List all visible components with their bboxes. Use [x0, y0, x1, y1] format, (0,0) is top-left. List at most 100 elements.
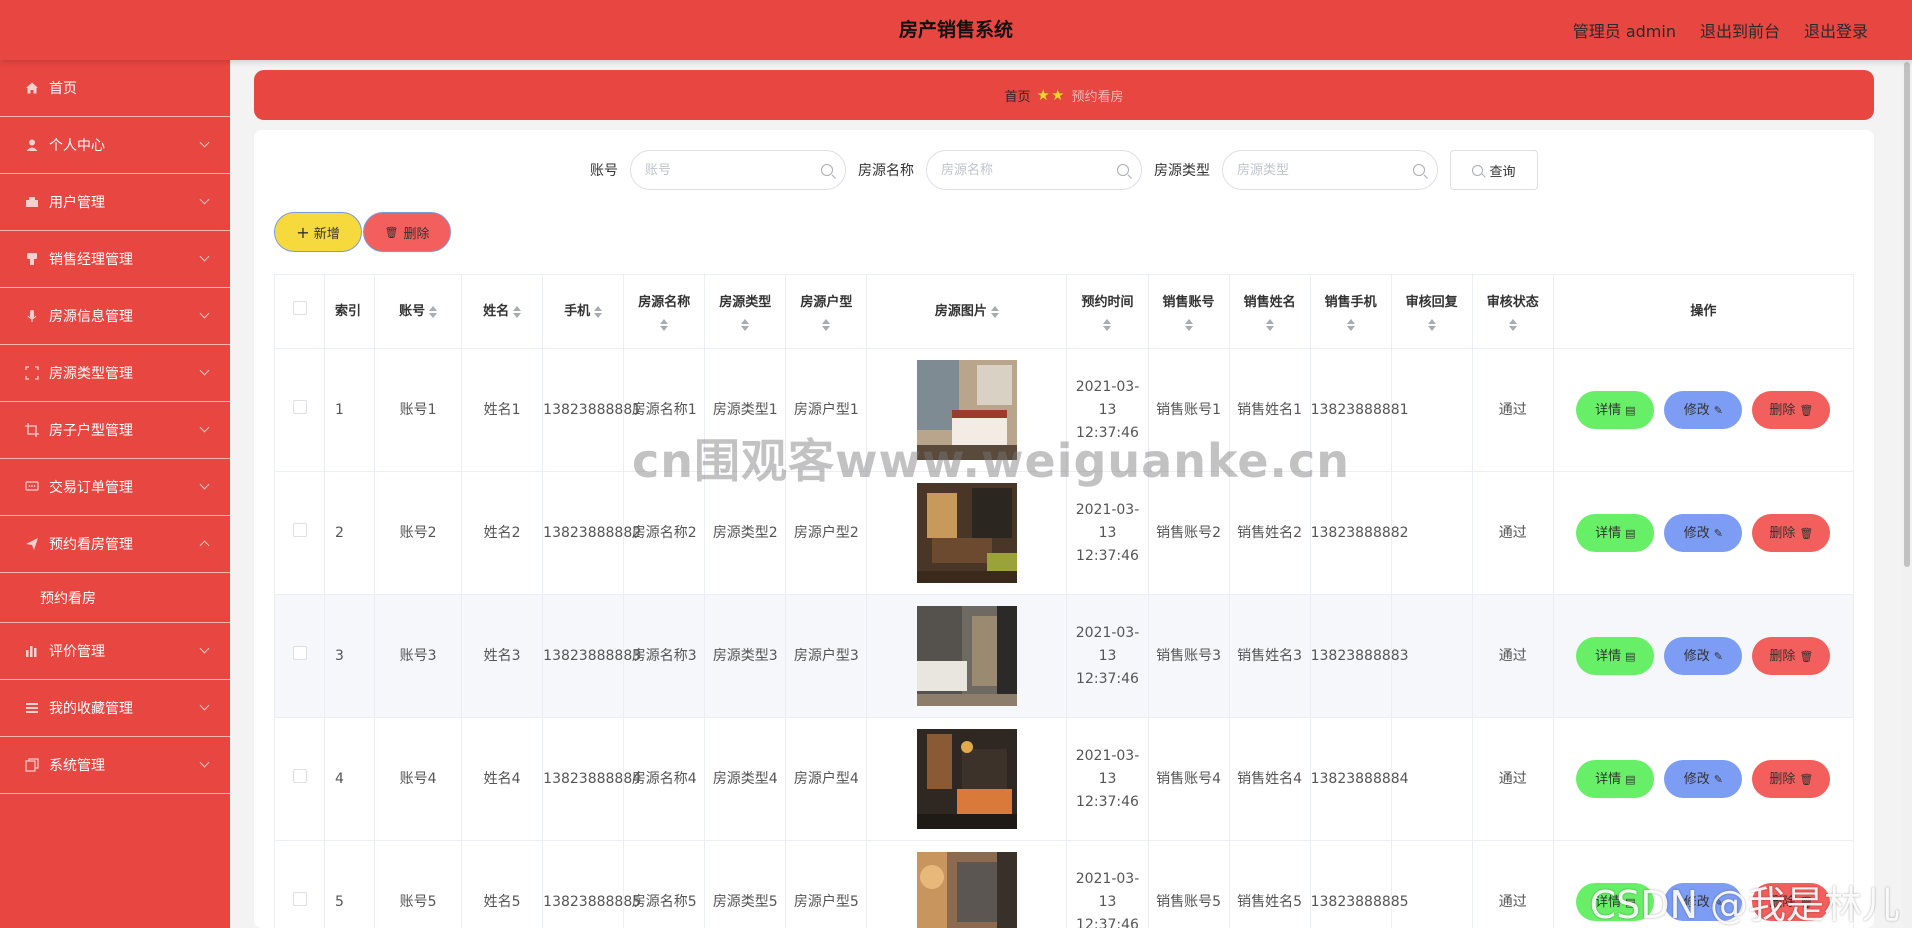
manager-icon: [24, 251, 40, 267]
sort-icon[interactable]: [741, 318, 750, 332]
sort-icon[interactable]: [1508, 318, 1517, 332]
delete-button[interactable]: 删除 🗑: [1752, 514, 1831, 552]
search-icon: [1413, 164, 1425, 176]
house-photo[interactable]: [916, 606, 1017, 706]
user-icon: [24, 137, 40, 153]
sort-icon[interactable]: [822, 318, 831, 332]
breadcrumb-home[interactable]: 首页: [1005, 86, 1031, 105]
edit-button[interactable]: 修改 ✎: [1664, 514, 1743, 552]
delete-button[interactable]: 删除 🗑: [1752, 391, 1831, 429]
batch-delete-button[interactable]: 🗑 删除: [363, 212, 451, 252]
sidebar-item-orders[interactable]: 交易订单管理: [0, 459, 230, 516]
sidebar-item-favorites[interactable]: 我的收藏管理: [0, 680, 230, 737]
add-button-label: 新增: [313, 226, 340, 242]
edit-button[interactable]: 修改 ✎: [1664, 760, 1743, 798]
logout-link[interactable]: 退出登录: [1804, 18, 1868, 42]
cell-account: 账号5: [374, 840, 463, 928]
sort-icon[interactable]: [1184, 318, 1193, 332]
sidebar-item-house-type[interactable]: 房源类型管理: [0, 345, 230, 402]
col-name[interactable]: 姓名: [461, 274, 544, 349]
sort-icon[interactable]: [1427, 318, 1436, 332]
sort-icon[interactable]: [429, 305, 438, 319]
row-checkbox[interactable]: [292, 768, 307, 783]
vertical-scrollbar[interactable]: [1902, 60, 1912, 928]
row-select-cell: [273, 471, 326, 595]
col-review-reply[interactable]: 审核回复: [1390, 274, 1473, 349]
sidebar-subitem-booking-view[interactable]: 预约看房: [0, 573, 230, 623]
cell-sales-account: 销售账号5: [1147, 840, 1230, 928]
sidebar-item-reviews[interactable]: 评价管理: [0, 623, 230, 680]
sidebar-item-booking[interactable]: 预约看房管理: [0, 516, 230, 573]
delete-button[interactable]: 删除 🗑: [1752, 637, 1831, 675]
scrollbar-thumb[interactable]: [1904, 62, 1910, 567]
chevron-up-icon: [199, 540, 210, 551]
sort-icon[interactable]: [1265, 318, 1274, 332]
col-account[interactable]: 账号: [374, 274, 463, 349]
delete-label: 删除: [1769, 894, 1796, 910]
sidebar-item-sales-manager[interactable]: 销售经理管理: [0, 231, 230, 288]
sidebar-item-profile[interactable]: 个人中心: [0, 117, 230, 174]
sidebar-item-system[interactable]: 系统管理: [0, 737, 230, 794]
edit-button[interactable]: 修改 ✎: [1664, 391, 1743, 429]
back-to-front-link[interactable]: 退出到前台: [1700, 18, 1780, 42]
col-house-image[interactable]: 房源图片: [866, 274, 1068, 349]
house-photo[interactable]: [916, 483, 1017, 583]
house-name-search-input[interactable]: [927, 151, 1141, 189]
row-checkbox[interactable]: [292, 522, 307, 537]
cell-index: 2: [324, 471, 376, 595]
col-review-status[interactable]: 审核状态: [1471, 274, 1554, 349]
house-photo[interactable]: [916, 360, 1017, 460]
sidebar-item-label: 预约看房管理: [49, 537, 133, 553]
col-sales-phone[interactable]: 销售手机: [1309, 274, 1392, 349]
delete-button[interactable]: 删除 🗑: [1752, 760, 1831, 798]
detail-button[interactable]: 详情 ▤: [1576, 883, 1655, 921]
cell-name: 姓名4: [461, 717, 544, 841]
cell-name: 姓名5: [461, 840, 544, 928]
edit-button[interactable]: 修改 ✎: [1664, 883, 1743, 921]
col-house-type[interactable]: 房源类型: [704, 274, 787, 349]
col-phone[interactable]: 手机: [542, 274, 625, 349]
sort-icon[interactable]: [1346, 318, 1355, 332]
cell-house-type: 房源类型1: [704, 348, 787, 472]
chevron-down-icon: [199, 365, 210, 376]
detail-button[interactable]: 详情 ▤: [1576, 637, 1655, 675]
cell-house-layout: 房源户型2: [785, 471, 868, 595]
sidebar-item-users[interactable]: 用户管理: [0, 174, 230, 231]
cell-sales-phone: 13823888881: [1309, 348, 1409, 472]
sidebar-item-label: 交易订单管理: [49, 480, 133, 496]
select-all-checkbox[interactable]: [292, 301, 307, 315]
account-search-input[interactable]: [631, 151, 845, 189]
house-type-search-input[interactable]: [1223, 151, 1437, 189]
sidebar-item-house-info[interactable]: 房源信息管理: [0, 288, 230, 345]
sidebar-item-house-layout[interactable]: 房子户型管理: [0, 402, 230, 459]
house-photo[interactable]: [916, 852, 1017, 928]
row-checkbox[interactable]: [292, 645, 307, 660]
detail-button[interactable]: 详情 ▤: [1576, 514, 1655, 552]
trash-icon: 🗑: [1799, 649, 1814, 663]
detail-button[interactable]: 详情 ▤: [1576, 760, 1655, 798]
cell-operations: 详情 ▤ 修改 ✎ 删除 🗑: [1552, 840, 1855, 928]
col-sales-name[interactable]: 销售姓名: [1228, 274, 1311, 349]
col-house-layout[interactable]: 房源户型: [785, 274, 868, 349]
header-nav: 管理员 admin 退出到前台 退出登录: [1573, 0, 1868, 60]
detail-button[interactable]: 详情 ▤: [1576, 391, 1655, 429]
add-button[interactable]: + 新增: [274, 212, 362, 252]
chevron-down-icon: [199, 308, 210, 319]
col-booking-time[interactable]: 预约时间: [1066, 274, 1149, 349]
col-house-name[interactable]: 房源名称: [623, 274, 706, 349]
delete-button[interactable]: 删除 🗑: [1752, 883, 1831, 921]
sort-icon[interactable]: [513, 305, 522, 319]
query-button[interactable]: 查询: [1450, 150, 1538, 190]
sort-icon[interactable]: [990, 305, 999, 319]
sort-icon[interactable]: [594, 305, 603, 319]
sort-icon[interactable]: [660, 318, 669, 332]
row-checkbox[interactable]: [292, 399, 307, 414]
house-photo[interactable]: [916, 729, 1017, 829]
col-sales-account[interactable]: 销售账号: [1147, 274, 1230, 349]
sort-icon[interactable]: [1103, 318, 1112, 332]
row-checkbox[interactable]: [292, 891, 307, 906]
delete-label: 删除: [1769, 771, 1796, 787]
col-label: 销售手机: [1324, 295, 1377, 310]
sidebar-item-home[interactable]: 首页: [0, 60, 230, 117]
edit-button[interactable]: 修改 ✎: [1664, 637, 1743, 675]
